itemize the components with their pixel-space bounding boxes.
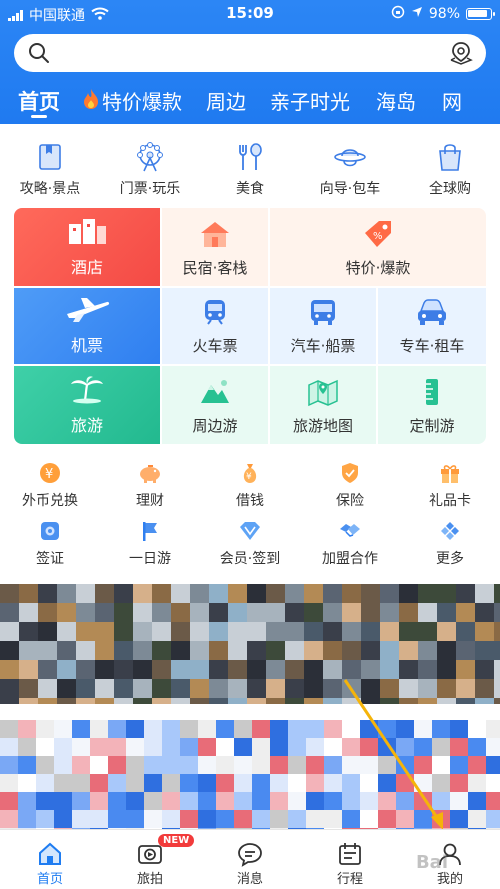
- new-badge: NEW: [158, 834, 195, 847]
- nav-itinerary[interactable]: 行程: [310, 830, 390, 889]
- watermark: Bai: [415, 852, 448, 873]
- nav-travel-photo[interactable]: NEW 旅拍: [110, 830, 195, 889]
- home-icon: [10, 840, 90, 868]
- nav-messages[interactable]: 消息: [210, 830, 290, 889]
- message-icon: [210, 840, 290, 868]
- itinerary-icon: [310, 840, 390, 868]
- nav-home[interactable]: 首页: [10, 830, 90, 889]
- annotation-arrow: [343, 679, 443, 830]
